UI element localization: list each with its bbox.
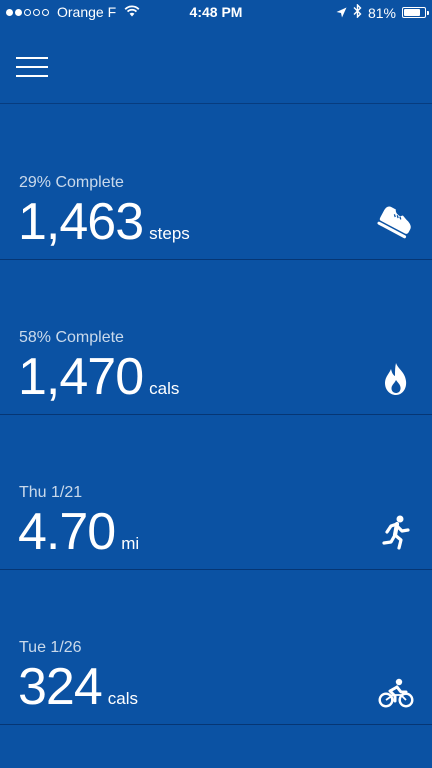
tile-value: 1,463 steps bbox=[18, 196, 190, 248]
tile-big-number: 324 bbox=[18, 658, 103, 716]
steps-tile[interactable]: 29% Complete 1,463 steps bbox=[0, 104, 432, 260]
run-tile[interactable]: Thu 1/21 4.70 mi bbox=[0, 414, 432, 570]
battery-icon bbox=[402, 7, 429, 18]
tile-big-number: 1,463 bbox=[18, 193, 144, 251]
tile-caption: Thu 1/21 bbox=[19, 484, 83, 501]
bike-tile[interactable]: Tue 1/26 324 cals bbox=[0, 569, 432, 725]
battery-level bbox=[404, 9, 421, 16]
calories-tile[interactable]: 58% Complete 1,470 cals bbox=[0, 259, 432, 415]
tile-caption: 58% Complete bbox=[19, 329, 124, 346]
tile-unit: cals bbox=[107, 689, 138, 708]
flame-icon bbox=[376, 359, 416, 399]
shoe-icon bbox=[376, 202, 416, 242]
app-header bbox=[0, 26, 432, 104]
tile-value: 1,470 cals bbox=[18, 351, 179, 403]
bluetooth-icon bbox=[353, 3, 362, 21]
tile-unit: steps bbox=[149, 224, 190, 243]
tile-big-number: 1,470 bbox=[18, 348, 144, 406]
location-arrow-icon bbox=[336, 5, 347, 21]
app-screen: Orange F 4:48 PM 81% 29% Complete 1,463 … bbox=[0, 0, 432, 768]
battery-percent: 81% bbox=[367, 4, 396, 21]
tile-unit: cals bbox=[149, 379, 180, 398]
cyclist-icon bbox=[376, 673, 416, 713]
tile-value: 4.70 mi bbox=[18, 506, 139, 558]
battery-cap bbox=[427, 11, 429, 15]
tile-value: 324 cals bbox=[18, 661, 138, 713]
tile-big-number: 4.70 bbox=[18, 503, 116, 561]
runner-icon bbox=[376, 513, 416, 553]
tile-unit: mi bbox=[121, 534, 140, 553]
tile-caption: 29% Complete bbox=[19, 174, 124, 191]
hamburger-menu-icon[interactable] bbox=[16, 57, 48, 77]
status-bar: Orange F 4:48 PM 81% bbox=[0, 0, 432, 26]
tile-caption: Tue 1/26 bbox=[19, 639, 82, 656]
status-right: 81% bbox=[336, 3, 429, 21]
